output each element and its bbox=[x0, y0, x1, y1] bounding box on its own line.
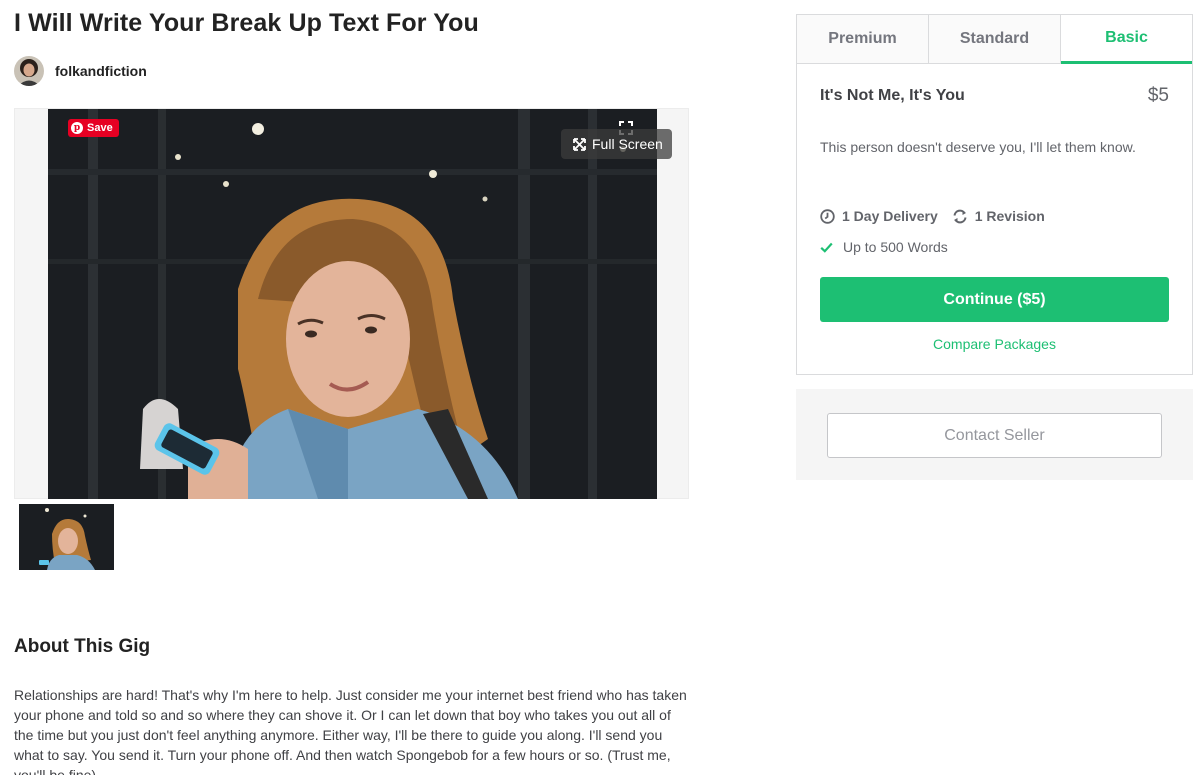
about-description: Relationships are hard! That's why I'm h… bbox=[14, 687, 687, 775]
clock-icon bbox=[820, 208, 835, 224]
revision-label: 1 Revision bbox=[974, 208, 1045, 224]
package-meta: 1 Day Delivery 1 Revision bbox=[820, 208, 1045, 224]
delivery-info: 1 Day Delivery bbox=[820, 208, 938, 224]
package-description: This person doesn't deserve you, I'll le… bbox=[820, 139, 1136, 155]
expand-icon bbox=[573, 137, 586, 151]
seller-info: folkandfiction bbox=[14, 56, 147, 86]
compare-packages-link[interactable]: Compare Packages bbox=[797, 336, 1192, 352]
fullscreen-button[interactable]: Full Screen bbox=[561, 129, 672, 159]
revision-info: 1 Revision bbox=[952, 208, 1045, 224]
gallery-thumbnail[interactable] bbox=[19, 504, 114, 570]
gig-gallery: p Save Full Screen bbox=[14, 108, 689, 499]
seller-username[interactable]: folkandfiction bbox=[55, 63, 147, 79]
pinterest-icon: p bbox=[71, 122, 83, 134]
contact-seller-panel: Contact Seller bbox=[796, 389, 1193, 480]
refresh-icon bbox=[953, 209, 967, 223]
check-icon bbox=[820, 242, 833, 253]
package-header: It's Not Me, It's You $5 bbox=[820, 85, 1169, 107]
gig-title: I Will Write Your Break Up Text For You bbox=[14, 9, 479, 37]
tab-premium[interactable]: Premium bbox=[797, 15, 929, 63]
fullscreen-label: Full Screen bbox=[592, 136, 663, 152]
tab-basic[interactable]: Basic bbox=[1061, 15, 1192, 64]
pinterest-save-label: Save bbox=[87, 122, 113, 134]
contact-seller-button[interactable]: Contact Seller bbox=[827, 413, 1162, 458]
main-gallery-image[interactable] bbox=[48, 109, 657, 499]
package-panel: Premium Standard Basic It's Not Me, It's… bbox=[796, 14, 1193, 375]
pinterest-save-button[interactable]: p Save bbox=[68, 119, 119, 137]
tab-standard[interactable]: Standard bbox=[929, 15, 1061, 63]
package-feature: Up to 500 Words bbox=[820, 239, 948, 255]
package-tabs: Premium Standard Basic bbox=[797, 15, 1192, 64]
delivery-label: 1 Day Delivery bbox=[842, 208, 938, 224]
about-heading: About This Gig bbox=[14, 636, 151, 657]
package-name: It's Not Me, It's You bbox=[820, 87, 965, 104]
continue-button[interactable]: Continue ($5) bbox=[820, 277, 1169, 322]
package-feature-label: Up to 500 Words bbox=[843, 239, 948, 255]
seller-avatar[interactable] bbox=[14, 56, 44, 86]
package-price: $5 bbox=[1147, 85, 1169, 106]
